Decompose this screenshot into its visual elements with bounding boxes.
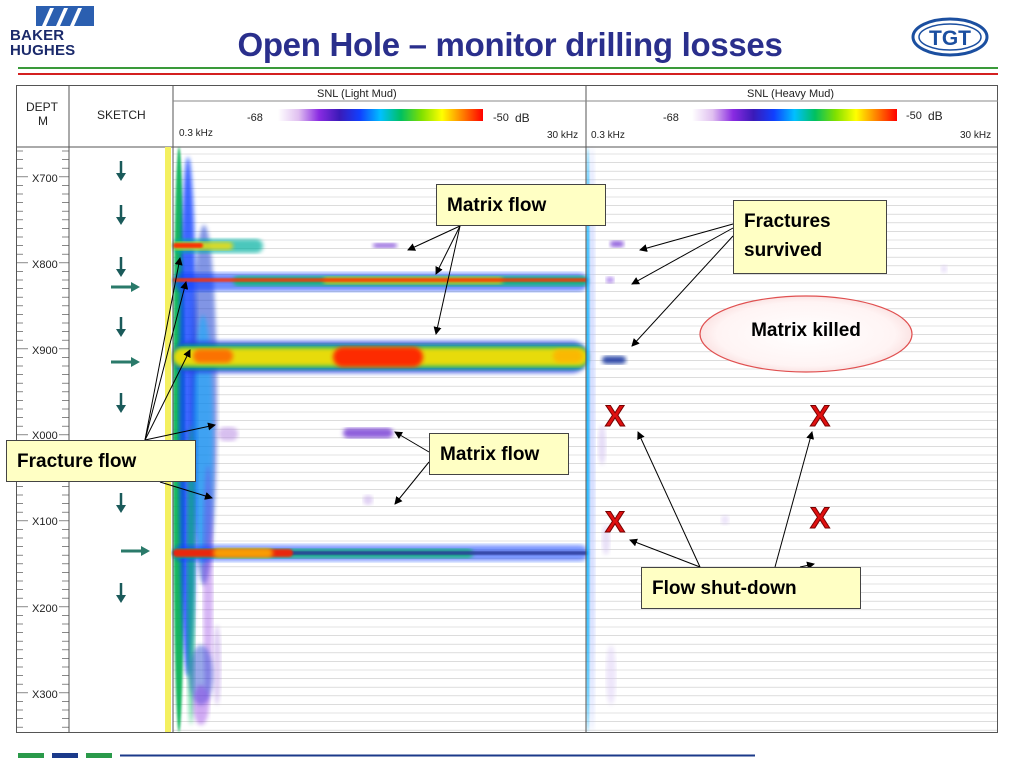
sketch-arrow-down <box>116 393 126 413</box>
noise-blob <box>363 495 373 505</box>
slide-title: Open Hole – monitor drilling losses <box>237 26 783 63</box>
depth-label: X200 <box>31 603 59 615</box>
callout-matrix-flow-top: Matrix flow <box>436 184 606 226</box>
sketch-arrow-down <box>116 583 126 603</box>
x-mark-1: X <box>604 400 626 434</box>
depth-label: X800 <box>31 259 59 271</box>
track2-title: SNL (Heavy Mud) <box>747 88 835 100</box>
noise-blob <box>602 356 626 364</box>
depth-header-1: DEPT <box>26 100 59 114</box>
pointer-line <box>774 431 815 568</box>
x-mark-2: X <box>809 400 831 434</box>
x-mark-4: X <box>809 502 831 536</box>
track2-scale-unit: dB <box>928 109 943 123</box>
track1-scale-unit: dB <box>515 111 530 125</box>
pointer-line <box>435 225 461 275</box>
noise-blob <box>173 243 203 248</box>
track2-freq-max: 30 kHz <box>960 130 992 141</box>
tgt-logo-mark: TGT <box>911 17 989 57</box>
noise-blob <box>589 147 595 732</box>
sketch-arrow-down <box>116 493 126 513</box>
slide-footer <box>0 740 1024 768</box>
pointer-line <box>639 223 734 252</box>
arrow-head <box>131 282 140 292</box>
noise-blob <box>721 515 729 525</box>
callout-fracture-flow: Fracture flow <box>6 440 196 482</box>
noise-blob <box>213 625 221 705</box>
sketch-arrow-right <box>111 282 140 292</box>
noise-blob <box>373 243 397 248</box>
track1-freq-min: 0.3 kHz <box>179 128 213 139</box>
depth-label: X900 <box>31 345 59 357</box>
arrow-head <box>116 173 126 181</box>
log-panel: DEPT M SKETCH SNL (Light Mud) -68 -50 dB… <box>16 85 998 733</box>
arrow-head <box>116 405 126 413</box>
header-divider-red <box>18 73 998 75</box>
noise-blob <box>941 265 947 273</box>
pointer-line <box>394 431 430 453</box>
arrow-head <box>116 269 126 277</box>
header-divider-green <box>18 67 998 69</box>
sketch-header: SKETCH <box>97 108 146 122</box>
noise-blob <box>606 645 616 705</box>
noise-blob <box>606 277 614 283</box>
noise-blob <box>213 548 273 558</box>
track1-scale-min: -68 <box>247 112 263 124</box>
noise-blob <box>193 685 209 725</box>
arrow-head <box>131 357 140 367</box>
sketch-arrow-right <box>111 357 140 367</box>
arrow-head <box>116 505 126 513</box>
noise-blob <box>173 278 588 282</box>
fractures-survived-line-1: Fractures <box>744 211 831 232</box>
arrow-head <box>141 546 150 556</box>
noise-blob <box>218 427 238 441</box>
matrix-killed-label: Matrix killed <box>751 320 861 341</box>
track2-scale-max: -50 <box>906 110 922 122</box>
sketch-arrow-down <box>116 317 126 337</box>
tgt-logo: TGT <box>910 16 990 58</box>
sketch-arrow-down <box>116 161 126 181</box>
baker-hughes-logo-mark <box>36 6 94 26</box>
pointer-line <box>407 225 461 251</box>
track1-title: SNL (Light Mud) <box>317 88 397 100</box>
track2-scale-min: -68 <box>663 112 679 124</box>
sketch-arrow-down <box>116 257 126 277</box>
logo-word-1: BAKER <box>10 27 65 44</box>
matrix-killed-ellipse: Matrix killed <box>698 294 914 374</box>
depth-label: X300 <box>31 689 59 701</box>
track1-colorbar <box>278 109 483 121</box>
track2-freq-min: 0.3 kHz <box>591 130 625 141</box>
callout-matrix-flow-mid: Matrix flow <box>429 433 569 475</box>
depth-header-2: M <box>38 114 48 128</box>
noise-blob <box>553 349 583 363</box>
track1-freq-max: 30 kHz <box>547 130 579 141</box>
baker-hughes-logo: BAKER HUGHES <box>8 6 98 62</box>
tgt-logo-text: TGT <box>929 27 971 50</box>
footer-bars <box>18 753 755 758</box>
fractures-survived-line-2: survived <box>744 240 823 261</box>
pointer-line <box>631 227 734 285</box>
callout-flow-shutdown: Flow shut-down <box>641 567 861 609</box>
arrow-head <box>116 329 126 337</box>
sketch-arrow-right <box>121 546 150 556</box>
logo-word-2: HUGHES <box>10 42 76 59</box>
log-plot <box>16 85 998 733</box>
sketch-arrow-down <box>116 205 126 225</box>
noise-blob <box>343 428 393 438</box>
x-mark-3: X <box>604 506 626 540</box>
depth-label: X700 <box>31 173 59 185</box>
depth-label: X100 <box>31 516 59 528</box>
callout-fractures-survived: Fractures survived <box>733 200 887 274</box>
arrow-head <box>116 217 126 225</box>
arrow-head <box>116 595 126 603</box>
noise-blob <box>610 241 624 247</box>
track1-scale-max: -50 <box>493 112 509 124</box>
noise-blob <box>333 347 423 367</box>
track2-colorbar <box>692 109 897 121</box>
sketch-arrows <box>111 161 150 603</box>
noise-blob <box>193 349 233 363</box>
